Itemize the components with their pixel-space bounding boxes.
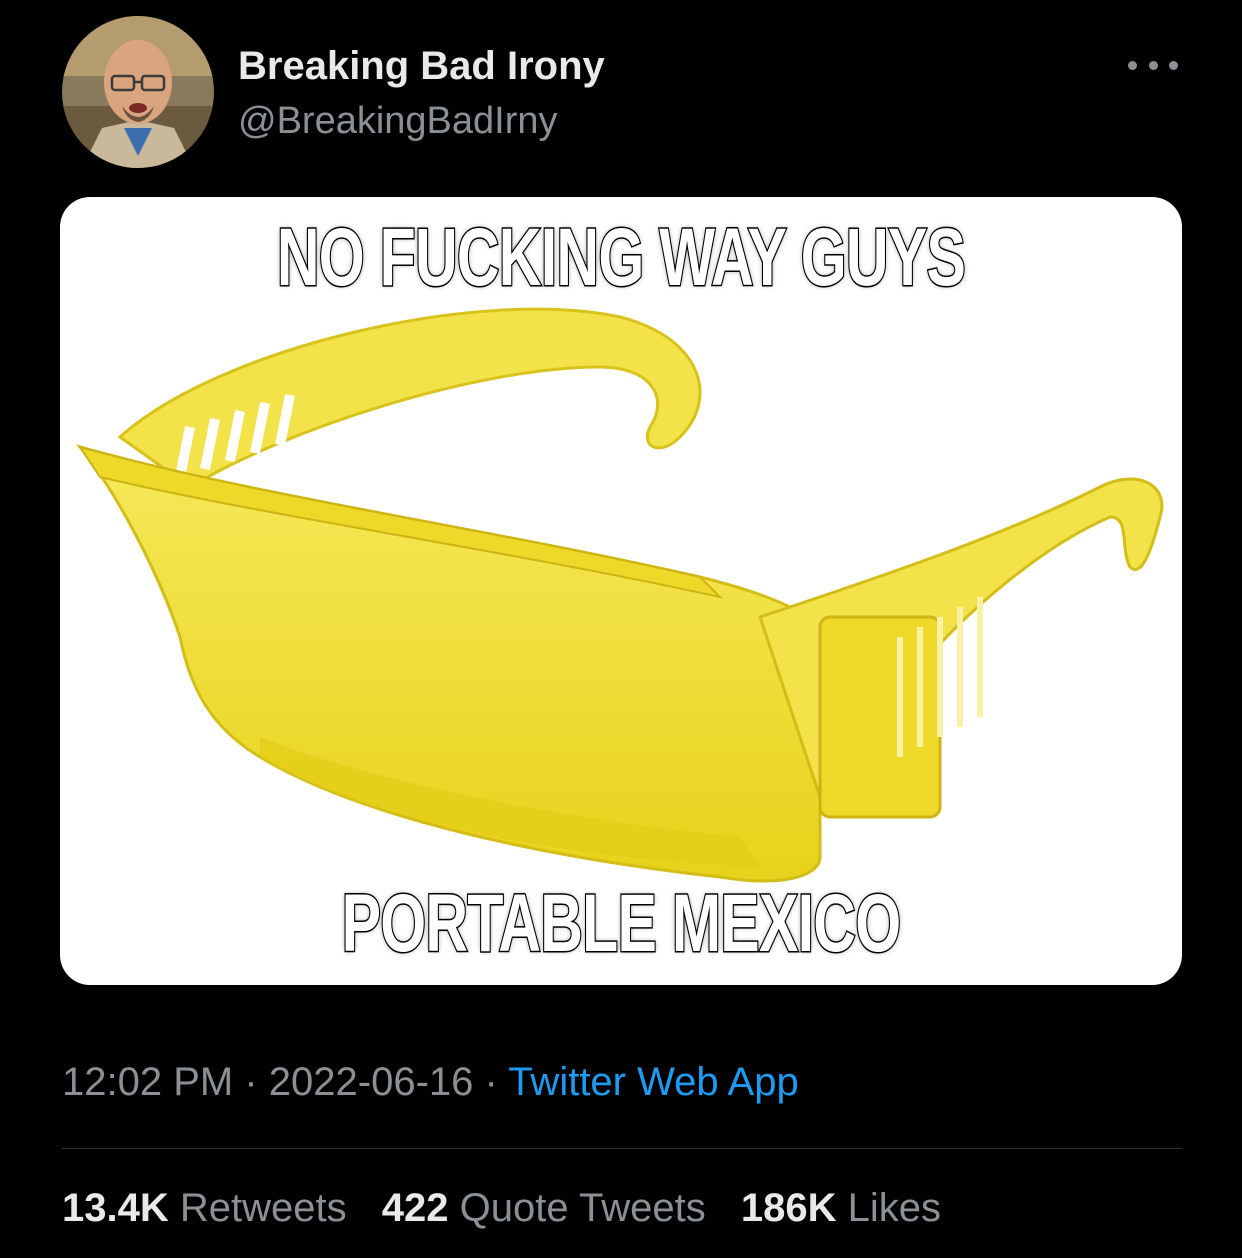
stats-divider: [62, 1148, 1182, 1149]
quotes-count: 422: [381, 1186, 449, 1230]
likes-label: Likes: [847, 1186, 941, 1230]
more-options-icon[interactable]: [1128, 50, 1178, 80]
tweet-media-image[interactable]: NO FUCKING WAY GUYS PORTABLE MEXICO: [60, 197, 1182, 985]
likes-count: 186K: [740, 1186, 837, 1230]
retweets-label: Retweets: [179, 1186, 347, 1230]
more-dot: [1148, 60, 1158, 70]
author-display-name[interactable]: Breaking Bad Irony: [238, 44, 605, 89]
retweets-stat[interactable]: 13.4K Retweets: [62, 1186, 347, 1230]
tweet-source-link[interactable]: Twitter Web App: [508, 1060, 799, 1104]
yellow-safety-glasses-image: [75, 307, 1164, 883]
meta-separator: ·: [233, 1060, 269, 1104]
quote-tweets-stat[interactable]: 422 Quote Tweets: [382, 1186, 706, 1230]
more-dot: [1128, 60, 1137, 70]
meme-bottom-caption: PORTABLE MEXICO: [340, 877, 902, 971]
tweet-stats: 13.4K Retweets 422 Quote Tweets 186K Lik…: [62, 1186, 965, 1231]
more-dot: [1169, 60, 1178, 70]
author-avatar[interactable]: [62, 16, 214, 168]
likes-stat[interactable]: 186K Likes: [741, 1186, 941, 1230]
tweet-meta: 12:02 PM · 2022-06-16 · Twitter Web App: [62, 1060, 799, 1105]
author-handle[interactable]: @BreakingBadIrny: [238, 100, 558, 143]
meme-top-caption: NO FUCKING WAY GUYS: [276, 211, 967, 305]
quotes-label: Quote Tweets: [459, 1186, 706, 1230]
meta-separator: ·: [473, 1060, 509, 1104]
retweets-count: 13.4K: [62, 1186, 169, 1230]
tweet-date[interactable]: 2022-06-16: [269, 1060, 474, 1104]
tweet-time[interactable]: 12:02 PM: [62, 1060, 233, 1104]
avatar-image: [62, 16, 214, 168]
